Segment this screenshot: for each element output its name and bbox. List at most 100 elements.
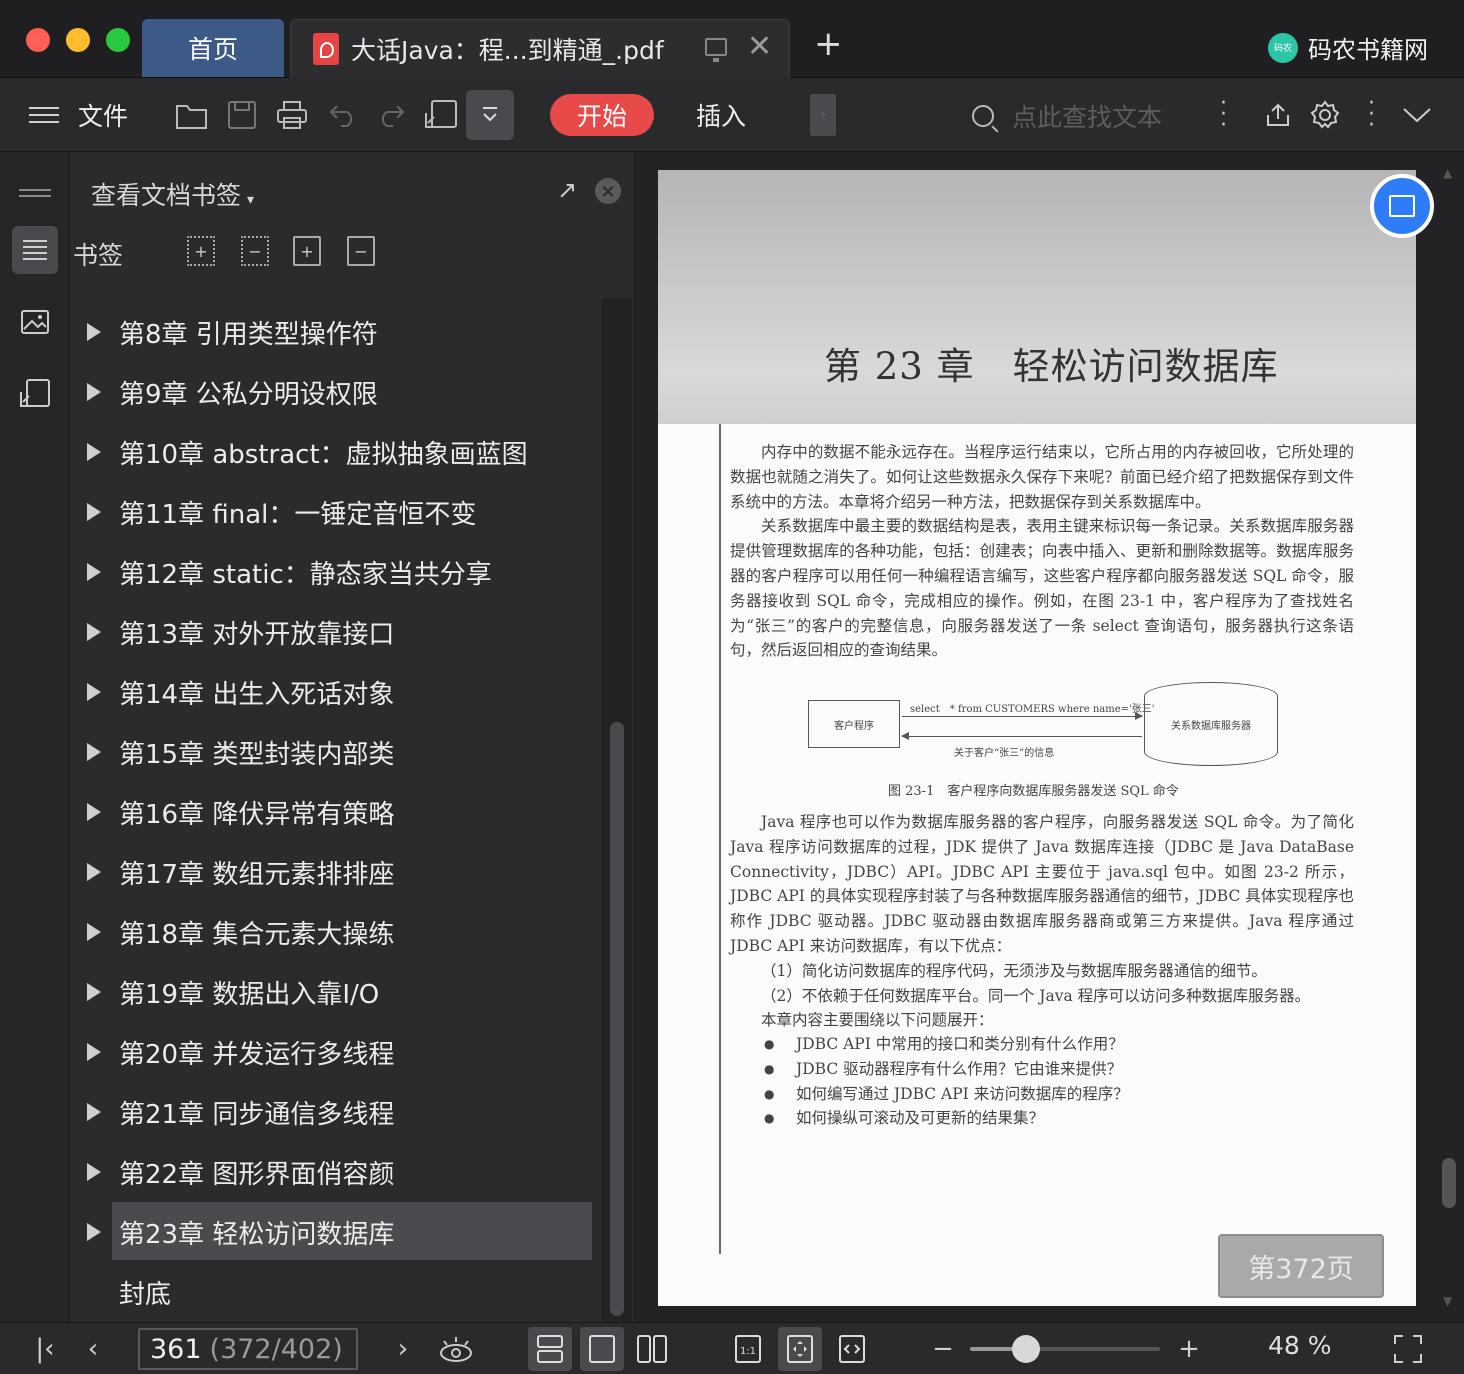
zoom-slider-track[interactable] (970, 1347, 1160, 1351)
scroll-down-arrow-icon[interactable]: ▼ (1443, 1294, 1452, 1308)
bookmark-label: 第17章 数组元素排排座 (119, 859, 395, 890)
bookmark-item[interactable]: 第9章 公私分明设权限 (71, 362, 611, 422)
expand-arrow-icon[interactable] (87, 1043, 101, 1061)
brand[interactable]: 码农 码农书籍网 (1268, 30, 1428, 65)
pdf-page[interactable]: 第 23 章 轻松访问数据库 内存中的数据不能永远存在。当程序运行结束以，它所占… (658, 170, 1416, 1306)
file-menu[interactable]: 文件 (78, 78, 128, 152)
minimize-window-button[interactable] (66, 28, 90, 52)
redo-icon[interactable] (374, 78, 408, 152)
remove-bookmark-icon[interactable]: − (347, 236, 375, 266)
previous-page-icon[interactable]: ‹ (80, 1323, 106, 1374)
bookmark-item[interactable]: 第14章 出生入死话对象 (71, 662, 611, 722)
first-page-icon[interactable]: |‹ (30, 1323, 60, 1374)
fullscreen-icon[interactable] (1392, 1323, 1424, 1374)
zoom-slider-handle[interactable] (1012, 1335, 1040, 1363)
panel-title-dropdown[interactable]: 查看文档书签 ▾ (91, 176, 254, 212)
bookmark-item[interactable]: 第20章 并发运行多线程 (71, 1022, 611, 1082)
print-icon[interactable] (274, 78, 310, 152)
more-menu-icon[interactable]: · · · (1368, 93, 1375, 137)
next-page-icon[interactable]: › (390, 1323, 416, 1374)
zoom-level[interactable]: 48 % (1268, 1331, 1332, 1360)
bookmark-list-icon[interactable] (12, 226, 58, 274)
more-tabs-button[interactable]: › (810, 94, 836, 136)
bookmark-item[interactable]: 第18章 集合元素大操练 (71, 902, 611, 962)
expand-arrow-icon[interactable] (87, 1163, 101, 1181)
expand-arrow-icon[interactable] (87, 1103, 101, 1121)
single-page-view-icon[interactable] (580, 1327, 624, 1371)
continuous-view-icon[interactable] (528, 1327, 572, 1371)
bookmark-panel: 查看文档书签 ▾ ↗ × 书签 + − + − 第8章 引用类型操作符 第9章 公私… (71, 152, 633, 1322)
close-window-button[interactable] (26, 28, 50, 52)
bookmark-item[interactable]: 第16章 降伏异常有策略 (71, 782, 611, 842)
expand-arrow-icon[interactable] (87, 803, 101, 821)
scroll-up-arrow-icon[interactable]: ▲ (1443, 166, 1452, 180)
bookmark-item[interactable]: 第10章 abstract：虚拟抽象画蓝图 (71, 422, 611, 482)
pdf-file-icon (313, 33, 339, 65)
expand-arrow-icon[interactable] (87, 983, 101, 1001)
tab-insert[interactable]: 插入 (696, 94, 746, 136)
expand-arrow-icon[interactable] (87, 1223, 101, 1241)
bookmark-item[interactable]: 第11章 final：一锤定音恒不变 (71, 482, 611, 542)
bookmark-item[interactable]: 第19章 数据出入靠I/O (71, 962, 611, 1022)
expand-arrow-icon[interactable] (87, 623, 101, 641)
expand-arrow-icon[interactable] (87, 683, 101, 701)
bookmark-item[interactable]: 第15章 类型封装内部类 (71, 722, 611, 782)
tab-home[interactable]: 首页 (142, 19, 284, 77)
toolbar-dropdown-button[interactable] (466, 90, 514, 140)
bookmark-item[interactable]: 第17章 数组元素排排座 (71, 842, 611, 902)
floating-export-button[interactable] (1370, 174, 1434, 238)
search-box[interactable]: 点此查找文本 (972, 96, 1162, 136)
tab-document[interactable]: 大话Java：程...到精通_.pdf ✕ (290, 19, 790, 78)
bookmark-scrollbar-thumb[interactable] (610, 722, 624, 1316)
undo-icon[interactable] (326, 78, 360, 152)
eye-reading-mode-icon[interactable] (436, 1323, 476, 1374)
expand-arrow-icon[interactable] (87, 503, 101, 521)
attachment-export-icon[interactable] (12, 370, 58, 418)
close-tab-icon[interactable]: ✕ (747, 32, 772, 62)
expand-arrow-icon[interactable] (87, 863, 101, 881)
document-scrollbar-thumb[interactable] (1442, 1158, 1456, 1208)
actual-size-icon[interactable]: 1:1 (726, 1327, 770, 1371)
chevron-down-icon[interactable] (1400, 78, 1434, 152)
zoom-window-button[interactable] (106, 28, 130, 52)
new-tab-button[interactable]: + (814, 27, 843, 61)
hamburger-icon[interactable] (28, 78, 60, 152)
expand-arrow-icon[interactable] (87, 563, 101, 581)
more-vertical-icon[interactable]: · · · (1220, 93, 1227, 137)
open-folder-icon[interactable] (174, 78, 210, 152)
export-image-icon[interactable] (422, 78, 460, 152)
expand-arrow-icon[interactable] (87, 743, 101, 761)
expand-arrow-icon[interactable] (87, 323, 101, 341)
rail-collapse-icon[interactable] (12, 166, 58, 214)
save-icon[interactable] (224, 78, 260, 152)
thumbnail-image-icon[interactable] (12, 298, 58, 346)
bookmark-label: 第23章 轻松访问数据库 (119, 1219, 395, 1250)
bookmark-item[interactable]: 封底 (71, 1262, 611, 1322)
close-panel-icon[interactable]: × (595, 178, 621, 204)
popout-icon[interactable]: ↗ (557, 176, 577, 204)
page-number-input[interactable]: 361 (372/402) (138, 1328, 358, 1370)
bookmark-item[interactable]: 第12章 static：静态家当共分享 (71, 542, 611, 602)
zoom-in-icon[interactable]: + (1174, 1323, 1204, 1374)
monitor-icon[interactable] (705, 38, 727, 62)
tab-start[interactable]: 开始 (550, 94, 654, 136)
bookmark-item[interactable]: 第23章 轻松访问数据库 (71, 1202, 611, 1262)
bookmark-item[interactable]: 第22章 图形界面俏容颜 (71, 1142, 611, 1202)
fit-page-icon[interactable] (778, 1327, 822, 1371)
settings-gear-icon[interactable] (1308, 78, 1342, 152)
expand-all-icon[interactable]: + (187, 236, 215, 266)
expand-arrow-icon[interactable] (87, 923, 101, 941)
bookmark-item[interactable]: 第13章 对外开放靠接口 (71, 602, 611, 662)
bookmark-item[interactable]: 第21章 同步通信多线程 (71, 1082, 611, 1142)
zoom-out-icon[interactable]: − (928, 1323, 958, 1374)
two-page-view-icon[interactable] (630, 1327, 674, 1371)
expand-arrow-icon[interactable] (87, 443, 101, 461)
document-viewer[interactable]: 第 23 章 轻松访问数据库 内存中的数据不能永远存在。当程序运行结束以，它所占… (634, 152, 1464, 1322)
add-bookmark-icon[interactable]: + (293, 236, 321, 266)
expand-arrow-icon[interactable] (87, 383, 101, 401)
collapse-all-icon[interactable]: − (241, 236, 269, 266)
bookmark-item[interactable]: 第8章 引用类型操作符 (71, 302, 611, 362)
fit-width-icon[interactable] (830, 1327, 874, 1371)
share-icon[interactable] (1262, 78, 1294, 152)
search-input[interactable]: 点此查找文本 (1012, 98, 1162, 134)
